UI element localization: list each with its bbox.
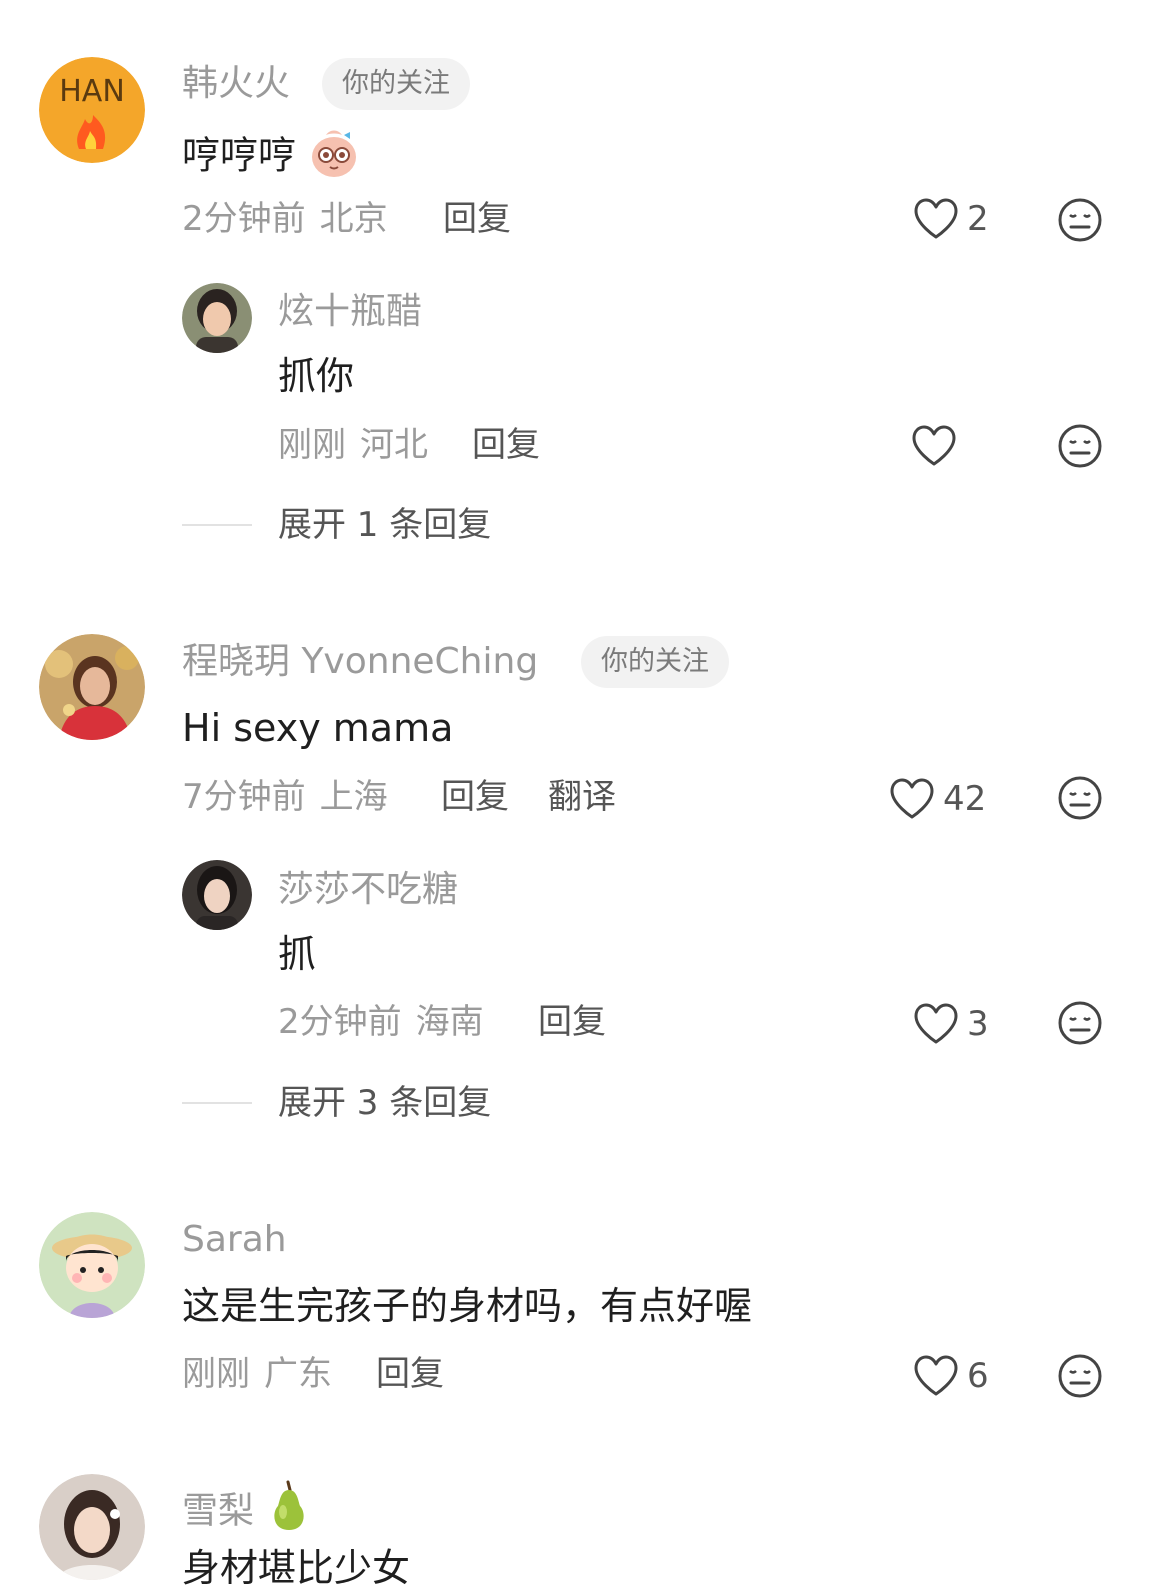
comment-text: 哼哼哼	[182, 127, 360, 189]
like-count: 6	[967, 1356, 989, 1396]
avatar[interactable]	[39, 1212, 145, 1318]
expand-divider	[182, 1102, 252, 1104]
heart-icon	[890, 778, 934, 819]
reply-location: 河北	[360, 425, 428, 465]
avatar[interactable]	[39, 1474, 145, 1580]
comment-author[interactable]: 程晓玥 YvonneChing	[182, 640, 538, 684]
like-button[interactable]: 2	[913, 195, 989, 243]
expand-replies-button[interactable]: 展开 1 条回复	[278, 503, 491, 547]
avatar[interactable]	[39, 634, 145, 740]
dislike-button[interactable]	[1057, 423, 1103, 469]
comment-meta: 7分钟前 上海	[182, 775, 388, 819]
like-count: 2	[967, 199, 989, 239]
avatar-logo-text: HAN	[59, 74, 125, 109]
reply-meta: 刚刚 河北	[278, 423, 428, 467]
comment-location: 上海	[319, 777, 388, 817]
translate-button[interactable]: 翻译	[548, 775, 616, 819]
heart-icon	[914, 198, 958, 239]
comment-meta: 刚刚 广东	[182, 1352, 332, 1396]
meh-face-icon	[1058, 1354, 1102, 1398]
comment-text: 这是生完孩子的身材吗，有点好喔	[182, 1284, 753, 1328]
avatar[interactable]: HAN	[39, 57, 145, 163]
meh-face-icon	[1058, 1001, 1102, 1045]
reply-text: 抓	[278, 932, 317, 976]
comment-location: 广东	[264, 1354, 332, 1394]
meh-face-icon	[1058, 776, 1102, 820]
like-button[interactable]: 42	[889, 775, 986, 823]
comment-author[interactable]: 韩火火	[182, 62, 290, 106]
shy-face-emoji-icon	[308, 127, 360, 189]
dislike-button[interactable]	[1057, 197, 1103, 243]
reply-time: 2分钟前	[278, 1002, 402, 1042]
following-badge: 你的关注	[581, 636, 729, 688]
dislike-button[interactable]	[1057, 1353, 1103, 1399]
comment-time: 刚刚	[182, 1354, 250, 1394]
reply-button[interactable]: 回复	[472, 423, 540, 467]
comment-time: 7分钟前	[182, 777, 306, 817]
reply-time: 刚刚	[278, 425, 346, 465]
reply-location: 海南	[415, 1002, 484, 1042]
avatar[interactable]	[182, 283, 252, 353]
expand-replies-button[interactable]: 展开 3 条回复	[278, 1081, 491, 1125]
comment-time: 2分钟前	[182, 199, 306, 239]
heart-icon	[914, 1003, 958, 1044]
heart-icon	[912, 425, 956, 466]
reply-text: 抓你	[278, 354, 355, 398]
reply-button[interactable]: 回复	[376, 1352, 444, 1396]
like-count: 3	[967, 1004, 989, 1044]
reply-author[interactable]: 炫十瓶醋	[278, 290, 422, 334]
comment-location: 北京	[319, 199, 388, 239]
pear-emoji-icon	[266, 1480, 312, 1545]
reply-button[interactable]: 回复	[443, 197, 511, 241]
like-button[interactable]: 3	[913, 1000, 989, 1048]
comment-meta: 2分钟前 北京	[182, 197, 388, 241]
like-count: 42	[943, 779, 987, 819]
reply-author[interactable]: 莎莎不吃糖	[278, 868, 458, 912]
following-badge: 你的关注	[322, 58, 470, 110]
comment-author[interactable]: 雪梨	[182, 1480, 312, 1545]
dislike-button[interactable]	[1057, 775, 1103, 821]
expand-divider	[182, 524, 252, 526]
meh-face-icon	[1058, 424, 1102, 468]
dislike-button[interactable]	[1057, 1000, 1103, 1046]
avatar[interactable]	[182, 860, 252, 930]
comment-text: Hi sexy mama	[182, 706, 454, 750]
heart-icon	[914, 1355, 958, 1396]
like-button[interactable]	[911, 422, 957, 470]
meh-face-icon	[1058, 198, 1102, 242]
reply-meta: 2分钟前 海南	[278, 1000, 484, 1044]
like-button[interactable]: 6	[913, 1352, 989, 1400]
comment-author[interactable]: Sarah	[182, 1218, 287, 1262]
comment-text: 身材堪比少女	[182, 1546, 411, 1590]
comment-text-body: 哼哼哼	[182, 133, 297, 178]
reply-button[interactable]: 回复	[538, 1000, 606, 1044]
reply-button[interactable]: 回复	[441, 775, 509, 819]
comment-author-name: 雪梨	[182, 1490, 255, 1532]
